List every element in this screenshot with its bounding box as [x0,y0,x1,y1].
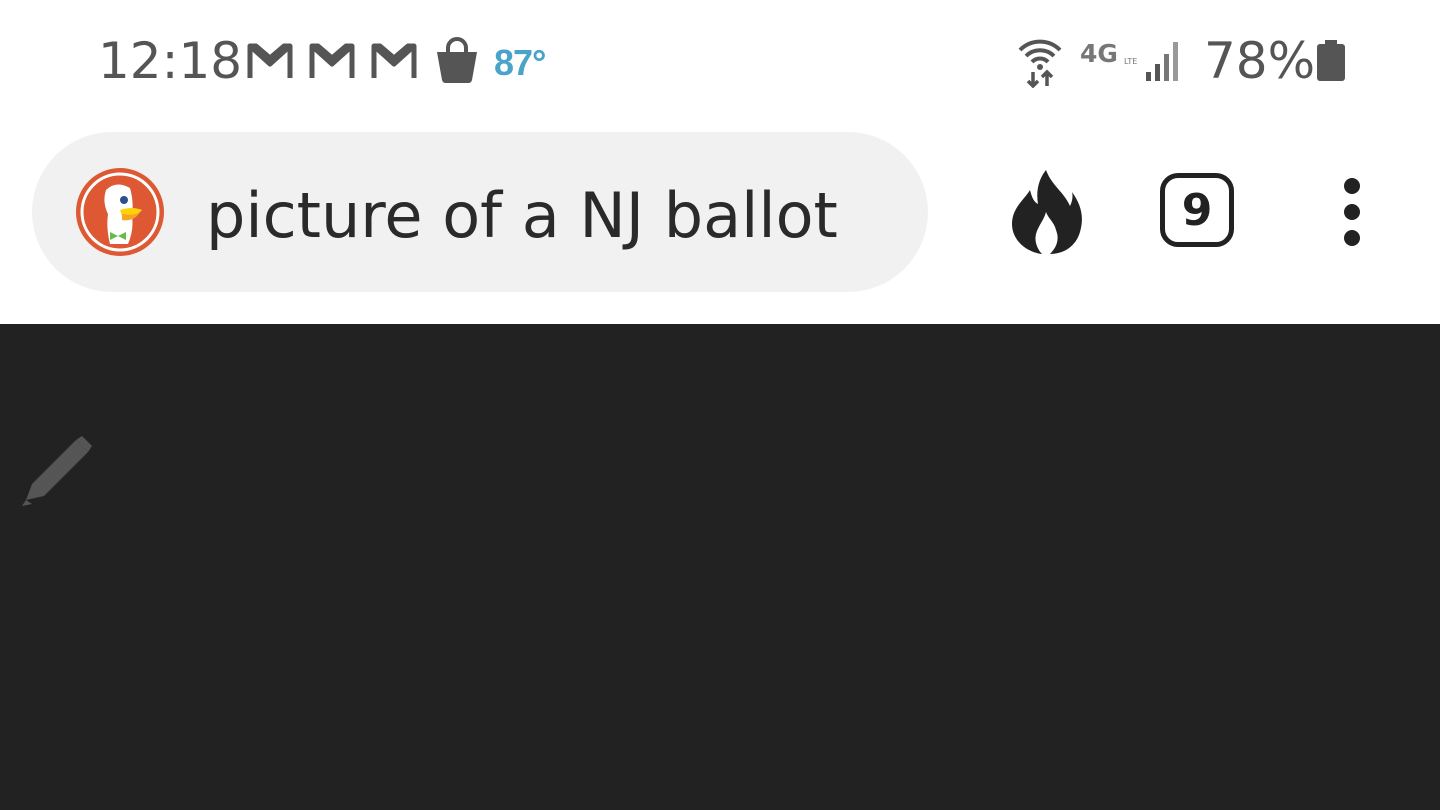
gmail-icon [371,43,417,78]
tab-count: 9 [1181,184,1213,236]
duckduckgo-logo-icon[interactable] [76,168,164,256]
gmail-icon [309,43,355,78]
network-type-icon: 4G LTE [1080,39,1137,68]
more-vert-icon[interactable] [1334,176,1370,248]
pencil-icon[interactable] [18,434,94,510]
fire-icon[interactable] [1008,168,1084,256]
status-bar: 12:18 87° 4G LTE 78% [0,0,1440,120]
tab-switcher-button[interactable]: 9 [1160,173,1234,247]
page-content [0,324,1440,810]
gmail-icon [247,43,293,78]
wifi-icon [1018,39,1062,88]
status-time: 12:18 [98,32,243,90]
shopping-bag-icon [437,37,477,84]
signal-icon [1146,42,1178,81]
network-lte-label: LTE [1124,57,1137,66]
network-label: 4G [1080,39,1118,68]
temperature: 87° [494,42,546,83]
battery-icon [1317,40,1345,81]
battery-percent: 78% [1204,32,1316,90]
search-query[interactable]: picture of a NJ ballot [206,178,838,254]
